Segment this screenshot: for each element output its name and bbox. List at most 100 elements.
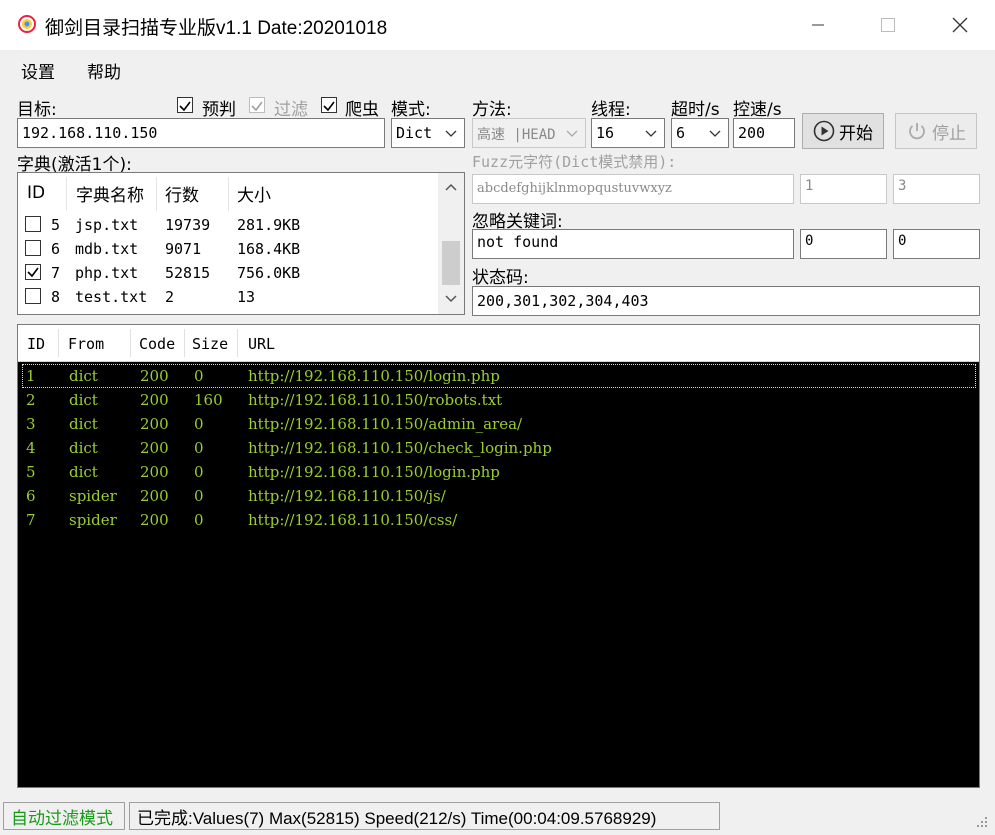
- results-row[interactable]: 5 dict 200 0 http://192.168.110.150/logi…: [22, 460, 976, 484]
- chevron-up-icon[interactable]: [445, 183, 457, 191]
- stop-button[interactable]: 停止: [895, 113, 977, 149]
- result-from: dict: [69, 367, 98, 385]
- dict-row-checkbox[interactable]: [25, 288, 41, 304]
- speed-label: 控速/s: [733, 100, 782, 120]
- timeout-value: 6: [676, 124, 686, 142]
- play-icon: [813, 120, 835, 142]
- results-header: ID From Code Size URL: [18, 325, 979, 362]
- result-size: 0: [194, 415, 204, 433]
- dict-row[interactable]: 5 jsp.txt 19739 281.9KB: [18, 214, 438, 238]
- menu-settings[interactable]: 设置: [21, 58, 55, 83]
- result-size: 0: [194, 463, 204, 481]
- threads-select[interactable]: 16: [591, 118, 665, 148]
- speed-input[interactable]: 200: [733, 118, 795, 148]
- fuzz-chars-input[interactable]: abcdefghijklnmopqustuvwxyz: [472, 174, 794, 204]
- results-row[interactable]: 1 dict 200 0 http://192.168.110.150/logi…: [22, 364, 976, 388]
- results-row[interactable]: 7 spider 200 0 http://192.168.110.150/cs…: [22, 508, 976, 532]
- result-url: http://192.168.110.150/check_login.php: [248, 439, 552, 457]
- target-label: 目标:: [17, 100, 57, 120]
- statuscode-label: 状态码:: [472, 268, 529, 288]
- prejudge-checkbox[interactable]: [177, 97, 193, 113]
- dict-row[interactable]: 7 php.txt 52815 756.0KB: [18, 262, 438, 286]
- checkmark-icon: [179, 101, 191, 112]
- result-size: 0: [194, 487, 204, 505]
- dict-row-checkbox[interactable]: [25, 264, 41, 280]
- chevron-down-icon: [566, 130, 578, 137]
- results-table[interactable]: ID From Code Size URL 1 dict 200 0 http:…: [17, 324, 980, 788]
- result-id: 4: [26, 439, 36, 457]
- results-row[interactable]: 3 dict 200 0 http://192.168.110.150/admi…: [22, 412, 976, 436]
- dict-row-lines: 52815: [165, 264, 211, 282]
- filter-checkbox[interactable]: [249, 97, 265, 113]
- close-icon: [952, 17, 968, 33]
- dict-scrollbar[interactable]: [438, 173, 464, 314]
- timeout-select[interactable]: 6: [671, 118, 729, 148]
- result-size: 160: [194, 391, 223, 409]
- result-code: 200: [140, 463, 169, 481]
- window-title: 御剑目录扫描专业版v1.1 Date:20201018: [45, 18, 388, 39]
- chevron-down-icon: [645, 130, 657, 137]
- results-col-url[interactable]: URL: [248, 335, 275, 353]
- dict-col-name[interactable]: 字典名称: [76, 173, 144, 213]
- dict-col-id[interactable]: ID: [27, 173, 45, 213]
- checkmark-icon: [27, 267, 39, 278]
- power-icon: [909, 123, 925, 140]
- method-value: 高速 |HEAD: [477, 127, 556, 143]
- stop-button-label: 停止: [932, 123, 966, 144]
- chevron-down-icon[interactable]: [445, 295, 457, 303]
- method-select[interactable]: 高速 |HEAD: [472, 118, 586, 148]
- dict-row-checkbox[interactable]: [25, 240, 41, 256]
- dict-row-name: mdb.txt: [75, 240, 139, 258]
- dict-row[interactable]: 6 mdb.txt 9071 168.4KB: [18, 238, 438, 262]
- prejudge-label: 预判: [202, 100, 236, 120]
- results-col-id[interactable]: ID: [27, 335, 45, 353]
- dict-row-name: jsp.txt: [75, 216, 139, 234]
- app-icon: [18, 15, 36, 33]
- method-label: 方法:: [472, 100, 512, 120]
- ignore-a-input[interactable]: 0: [800, 229, 887, 259]
- dict-row[interactable]: 8 test.txt 2 13: [18, 286, 438, 310]
- fuzz-label: Fuzz元字符(Dict模式禁用):: [472, 153, 677, 171]
- filter-mode-status[interactable]: 自动过滤模式: [3, 802, 125, 830]
- result-id: 5: [26, 463, 36, 481]
- start-button[interactable]: 开始: [802, 113, 884, 149]
- results-col-size[interactable]: Size: [192, 335, 228, 353]
- results-row[interactable]: 4 dict 200 0 http://192.168.110.150/chec…: [22, 436, 976, 460]
- threads-value: 16: [596, 124, 615, 142]
- result-code: 200: [140, 511, 169, 529]
- crawler-checkbox[interactable]: [321, 97, 337, 113]
- result-id: 6: [26, 487, 36, 505]
- dict-row-name: test.txt: [75, 288, 148, 306]
- mode-select[interactable]: Dict: [391, 118, 465, 148]
- statuscode-input[interactable]: 200,301,302,304,403: [472, 286, 980, 316]
- results-col-code[interactable]: Code: [139, 335, 175, 353]
- close-button[interactable]: [937, 0, 983, 50]
- results-row[interactable]: 2 dict 200 160 http://192.168.110.150/ro…: [22, 388, 976, 412]
- results-col-from[interactable]: From: [68, 335, 104, 353]
- scrollbar-thumb[interactable]: [442, 241, 460, 285]
- dict-col-lines[interactable]: 行数: [165, 173, 199, 213]
- menu-help[interactable]: 帮助: [87, 58, 121, 83]
- dict-list[interactable]: ID 字典名称 行数 大小 5 jsp.txt 19739 281.9KB 6 …: [17, 172, 465, 315]
- dict-col-size[interactable]: 大小: [237, 173, 271, 213]
- ignore-input[interactable]: not found: [472, 229, 794, 259]
- minimize-button[interactable]: [795, 0, 841, 50]
- resize-grip-icon[interactable]: [975, 815, 989, 829]
- maximize-button[interactable]: [865, 0, 911, 50]
- target-input[interactable]: 192.168.110.150: [17, 118, 385, 148]
- dict-row-size: 281.9KB: [237, 216, 301, 234]
- dict-row-checkbox[interactable]: [25, 216, 41, 232]
- result-size: 0: [194, 511, 204, 529]
- fuzz-min-input[interactable]: 1: [800, 174, 887, 204]
- fuzz-max-input[interactable]: 3: [893, 174, 980, 204]
- timeout-label: 超时/s: [671, 100, 720, 120]
- result-code: 200: [140, 367, 169, 385]
- result-size: 0: [194, 367, 204, 385]
- result-size: 0: [194, 439, 204, 457]
- dict-row-id: 5: [51, 216, 61, 234]
- ignore-b-input[interactable]: 0: [893, 229, 980, 259]
- dict-row-id: 7: [51, 264, 61, 282]
- result-url: http://192.168.110.150/admin_area/: [248, 415, 523, 433]
- threads-label: 线程:: [591, 100, 631, 120]
- results-row[interactable]: 6 spider 200 0 http://192.168.110.150/js…: [22, 484, 976, 508]
